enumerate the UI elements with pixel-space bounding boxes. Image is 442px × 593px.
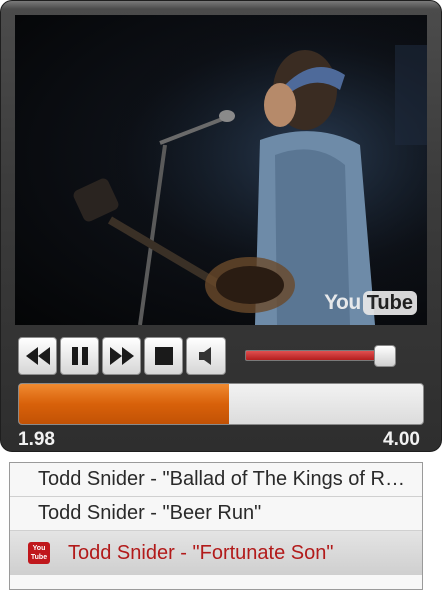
pause-button[interactable] <box>60 337 99 375</box>
stop-icon <box>154 347 173 365</box>
transport-controls <box>18 337 226 375</box>
rewind-icon <box>25 347 50 365</box>
playlist: Todd Snider - "Ballad of The Kings of Ro… <box>9 462 423 590</box>
youtube-icon: You Tube <box>28 542 50 564</box>
pause-icon <box>71 347 88 365</box>
youtube-icon-text-top: You <box>32 545 46 552</box>
playlist-item-label: Todd Snider - "Ballad of The Kings of Ro… <box>38 468 414 490</box>
speaker-icon <box>199 347 211 365</box>
video-frame-image <box>15 15 427 325</box>
youtube-icon-text-bottom: Tube <box>30 554 48 561</box>
volume-level-fill <box>246 351 384 360</box>
seek-bar-progress-fill <box>19 384 230 424</box>
playlist-item-current[interactable]: You Tube Todd Snider - "Fortunate Son" <box>10 531 422 575</box>
mute-button[interactable] <box>186 337 226 375</box>
fast-forward-icon <box>109 347 134 365</box>
playlist-item-label: Todd Snider - "Fortunate Son" <box>68 541 334 564</box>
video-player: You Tube 1.98 4.00 <box>0 0 442 452</box>
logo-text-tube: Tube <box>362 291 417 315</box>
playlist-item[interactable]: Todd Snider - "Ballad of The Kings of Ro… <box>10 463 422 497</box>
fast-forward-button[interactable] <box>102 337 141 375</box>
logo-text-you: You <box>324 291 361 314</box>
video-screen[interactable]: You Tube <box>15 15 427 325</box>
seek-bar[interactable] <box>18 383 424 425</box>
volume-slider-handle[interactable] <box>373 345 396 367</box>
total-time: 4.00 <box>383 429 420 450</box>
youtube-watermark-logo: You Tube <box>324 291 417 315</box>
playlist-item-label: Todd Snider - "Beer Run" <box>38 502 262 524</box>
stop-button[interactable] <box>144 337 183 375</box>
volume-slider[interactable] <box>245 350 395 361</box>
rewind-button[interactable] <box>18 337 57 375</box>
playlist-item[interactable]: Todd Snider - "Beer Run" <box>10 497 422 531</box>
current-time: 1.98 <box>18 429 55 450</box>
